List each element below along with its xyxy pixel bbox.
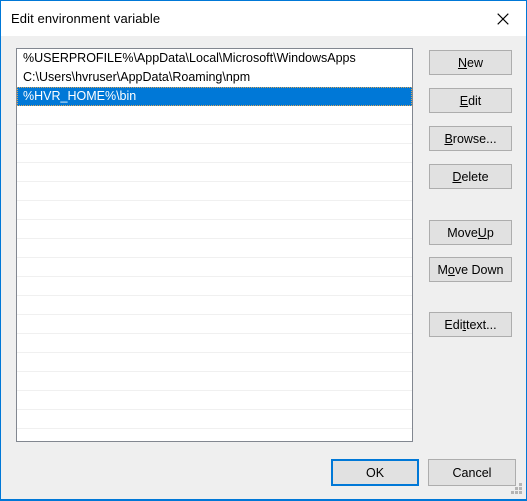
list-item[interactable] [17,353,412,372]
list-item[interactable] [17,239,412,258]
title-bar: Edit environment variable [1,0,526,36]
list-item[interactable] [17,334,412,353]
cancel-button[interactable]: Cancel [428,459,516,486]
list-item[interactable] [17,277,412,296]
ok-button[interactable]: OK [331,459,419,486]
new-button[interactable]: New [429,50,512,75]
list-item[interactable] [17,182,412,201]
close-icon[interactable] [480,2,526,36]
move-down-button[interactable]: Mo ve Down [429,257,512,282]
list-item[interactable] [17,410,412,429]
delete-button[interactable]: Delete [429,164,512,189]
list-item[interactable] [17,201,412,220]
list-item[interactable] [17,391,412,410]
edit-text-button[interactable]: Edi t text... [429,312,512,337]
edit-environment-variable-dialog: Edit environment variable %USERPROFILE%\… [0,0,527,501]
list-item[interactable]: %USERPROFILE%\AppData\Local\Microsoft\Wi… [17,49,412,68]
list-item[interactable]: %HVR_HOME%\bin [17,87,412,106]
edit-button[interactable]: Edit [429,88,512,113]
list-item[interactable] [17,144,412,163]
window-title: Edit environment variable [11,11,161,26]
list-item[interactable] [17,372,412,391]
list-item[interactable] [17,296,412,315]
path-entries-listbox[interactable]: %USERPROFILE%\AppData\Local\Microsoft\Wi… [16,48,413,442]
list-item[interactable] [17,106,412,125]
list-item[interactable] [17,125,412,144]
list-item[interactable] [17,258,412,277]
resize-grip[interactable] [509,481,522,494]
browse-button[interactable]: Browse... [429,126,512,151]
list-item[interactable]: C:\Users\hvruser\AppData\Roaming\npm [17,68,412,87]
list-item[interactable] [17,315,412,334]
list-item[interactable] [17,163,412,182]
list-item[interactable] [17,220,412,239]
move-up-button[interactable]: Move Up [429,220,512,245]
